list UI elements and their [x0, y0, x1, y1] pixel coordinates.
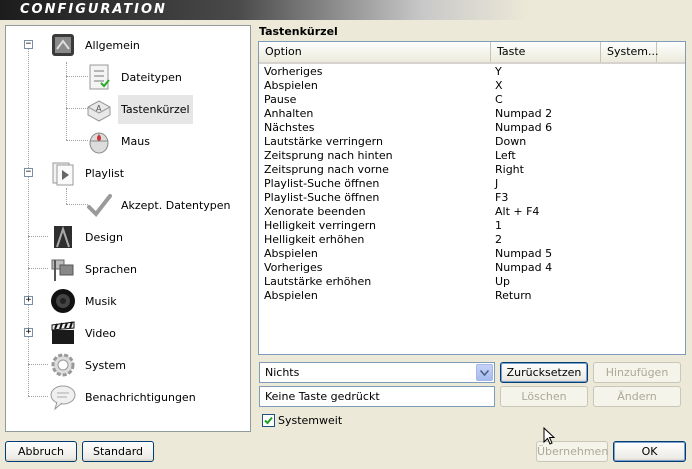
section-heading: Tastenkürzel [259, 25, 338, 38]
tree-item-playlist[interactable]: Playlist [48, 158, 127, 188]
shortcut-list[interactable]: Option Taste System... Vorheriges Y Abspi… [258, 41, 686, 355]
tree-item-video[interactable]: Video [48, 318, 119, 348]
tree-item-dateitypen[interactable]: Dateitypen [84, 62, 185, 92]
table-row[interactable]: Vorheriges Y [264, 65, 674, 79]
checkbox-box[interactable] [262, 414, 275, 427]
table-row[interactable]: Anhalten Numpad 2 [264, 107, 674, 121]
tree-item-sprachen[interactable]: Sprachen [48, 254, 140, 284]
navigation-tree[interactable]: − Allgemein Dateitypen A Tastenkürzel Ma… [5, 25, 251, 432]
tree-item-label: Video [85, 326, 116, 340]
tree-item-musik[interactable]: Musik [48, 286, 120, 316]
file-types-icon [84, 62, 114, 92]
table-row[interactable]: Abspielen Numpad 5 [264, 247, 674, 261]
tree-item-label: Sprachen [85, 262, 137, 276]
table-row[interactable]: Vorheriges Numpad 4 [264, 261, 674, 275]
tree-item-label: Maus [121, 134, 150, 148]
gear-icon [48, 350, 78, 380]
checkmark-icon [84, 190, 114, 220]
expander-musik[interactable]: + [24, 296, 33, 305]
tree-item-label: Playlist [85, 166, 125, 180]
change-button[interactable]: Ändern [593, 386, 681, 407]
chevron-down-icon[interactable] [476, 364, 493, 381]
add-button[interactable]: Hinzufügen [593, 362, 681, 383]
table-row[interactable]: Nächstes Numpad 6 [264, 121, 674, 135]
expander-allgemein[interactable]: − [24, 40, 33, 49]
list-body: Vorheriges Y Abspielen X Pause C Anhalten Nu… [264, 65, 674, 303]
tree-item-benachrichtigungen[interactable]: Benachrichtigungen [48, 382, 199, 412]
tree-item-design[interactable]: Design [48, 222, 126, 252]
tree-item-label: Dateitypen [121, 70, 182, 84]
expander-video[interactable]: + [24, 328, 33, 337]
key-capture-field[interactable]: Keine Taste gedrückt [259, 386, 495, 407]
tree-item-label: Benachrichtigungen [85, 390, 196, 404]
column-header-taste[interactable]: Taste [491, 42, 601, 62]
keyboard-key-icon: A [84, 94, 114, 124]
mouse-cursor-icon [543, 427, 555, 445]
list-header: Option Taste System... [259, 42, 685, 64]
key-capture-value: Keine Taste gedrückt [265, 390, 380, 403]
default-button[interactable]: Standard [82, 441, 154, 462]
design-icon [48, 222, 78, 252]
svg-text:A: A [96, 104, 102, 113]
tree-item-label: Tastenkürzel [118, 94, 193, 124]
expander-playlist[interactable]: − [24, 168, 33, 177]
clapperboard-icon [48, 318, 78, 348]
tree-item-allgemein[interactable]: Allgemein [48, 30, 143, 60]
tree-item-system[interactable]: System [48, 350, 129, 380]
table-row[interactable]: Helligkeit verringern 1 [264, 219, 674, 233]
tree-item-tastenkuerzel[interactable]: A Tastenkürzel [84, 94, 193, 124]
table-row[interactable]: Pause C [264, 93, 674, 107]
checkmark-icon [264, 416, 273, 425]
window-title: CONFIGURATION [20, 2, 167, 17]
column-header-option[interactable]: Option [259, 42, 491, 62]
tree-item-label: System [85, 358, 127, 372]
flags-icon [48, 254, 78, 284]
systemwide-label: Systemweit [278, 414, 343, 427]
table-row[interactable]: Lautstärke verringern Down [264, 135, 674, 149]
table-row[interactable]: Playlist-Suche öffnen F3 [264, 191, 674, 205]
delete-button[interactable]: Löschen [500, 386, 588, 407]
systemwide-checkbox[interactable]: Systemweit [262, 414, 342, 427]
tree-item-label: Design [85, 230, 123, 244]
table-row[interactable]: Xenorate beenden Alt + F4 [264, 205, 674, 219]
title-banner: CONFIGURATION [0, 0, 528, 20]
settings-panel-icon [48, 30, 78, 60]
modifier-select[interactable]: Nichts [259, 362, 495, 383]
tree-item-label: Musik [85, 294, 117, 308]
table-row[interactable]: Lautstärke erhöhen Up [264, 275, 674, 289]
tree-item-label: Allgemein [85, 38, 140, 52]
table-row[interactable]: Abspielen X [264, 79, 674, 93]
mouse-icon [84, 126, 114, 156]
table-row[interactable]: Zeitsprung nach vorne Right [264, 163, 674, 177]
speaker-icon [48, 286, 78, 316]
tree-item-maus[interactable]: Maus [84, 126, 153, 156]
ok-button[interactable]: OK [613, 441, 686, 462]
reset-button[interactable]: Zurücksetzen [500, 362, 588, 383]
table-row[interactable]: Helligkeit erhöhen 2 [264, 233, 674, 247]
table-row[interactable]: Playlist-Suche öffnen J [264, 177, 674, 191]
table-row[interactable]: Zeitsprung nach hinten Left [264, 149, 674, 163]
speech-bubble-icon [48, 382, 78, 412]
table-row[interactable]: Abspielen Return [264, 289, 674, 303]
tree-item-label: Akzept. Datentypen [121, 198, 231, 212]
tree-item-akzept-datentypen[interactable]: Akzept. Datentypen [84, 190, 234, 220]
cancel-button[interactable]: Abbruch [5, 441, 77, 462]
column-header-system[interactable]: System... [601, 42, 659, 62]
modifier-select-value: Nichts [265, 366, 300, 379]
playlist-icon [48, 158, 78, 188]
